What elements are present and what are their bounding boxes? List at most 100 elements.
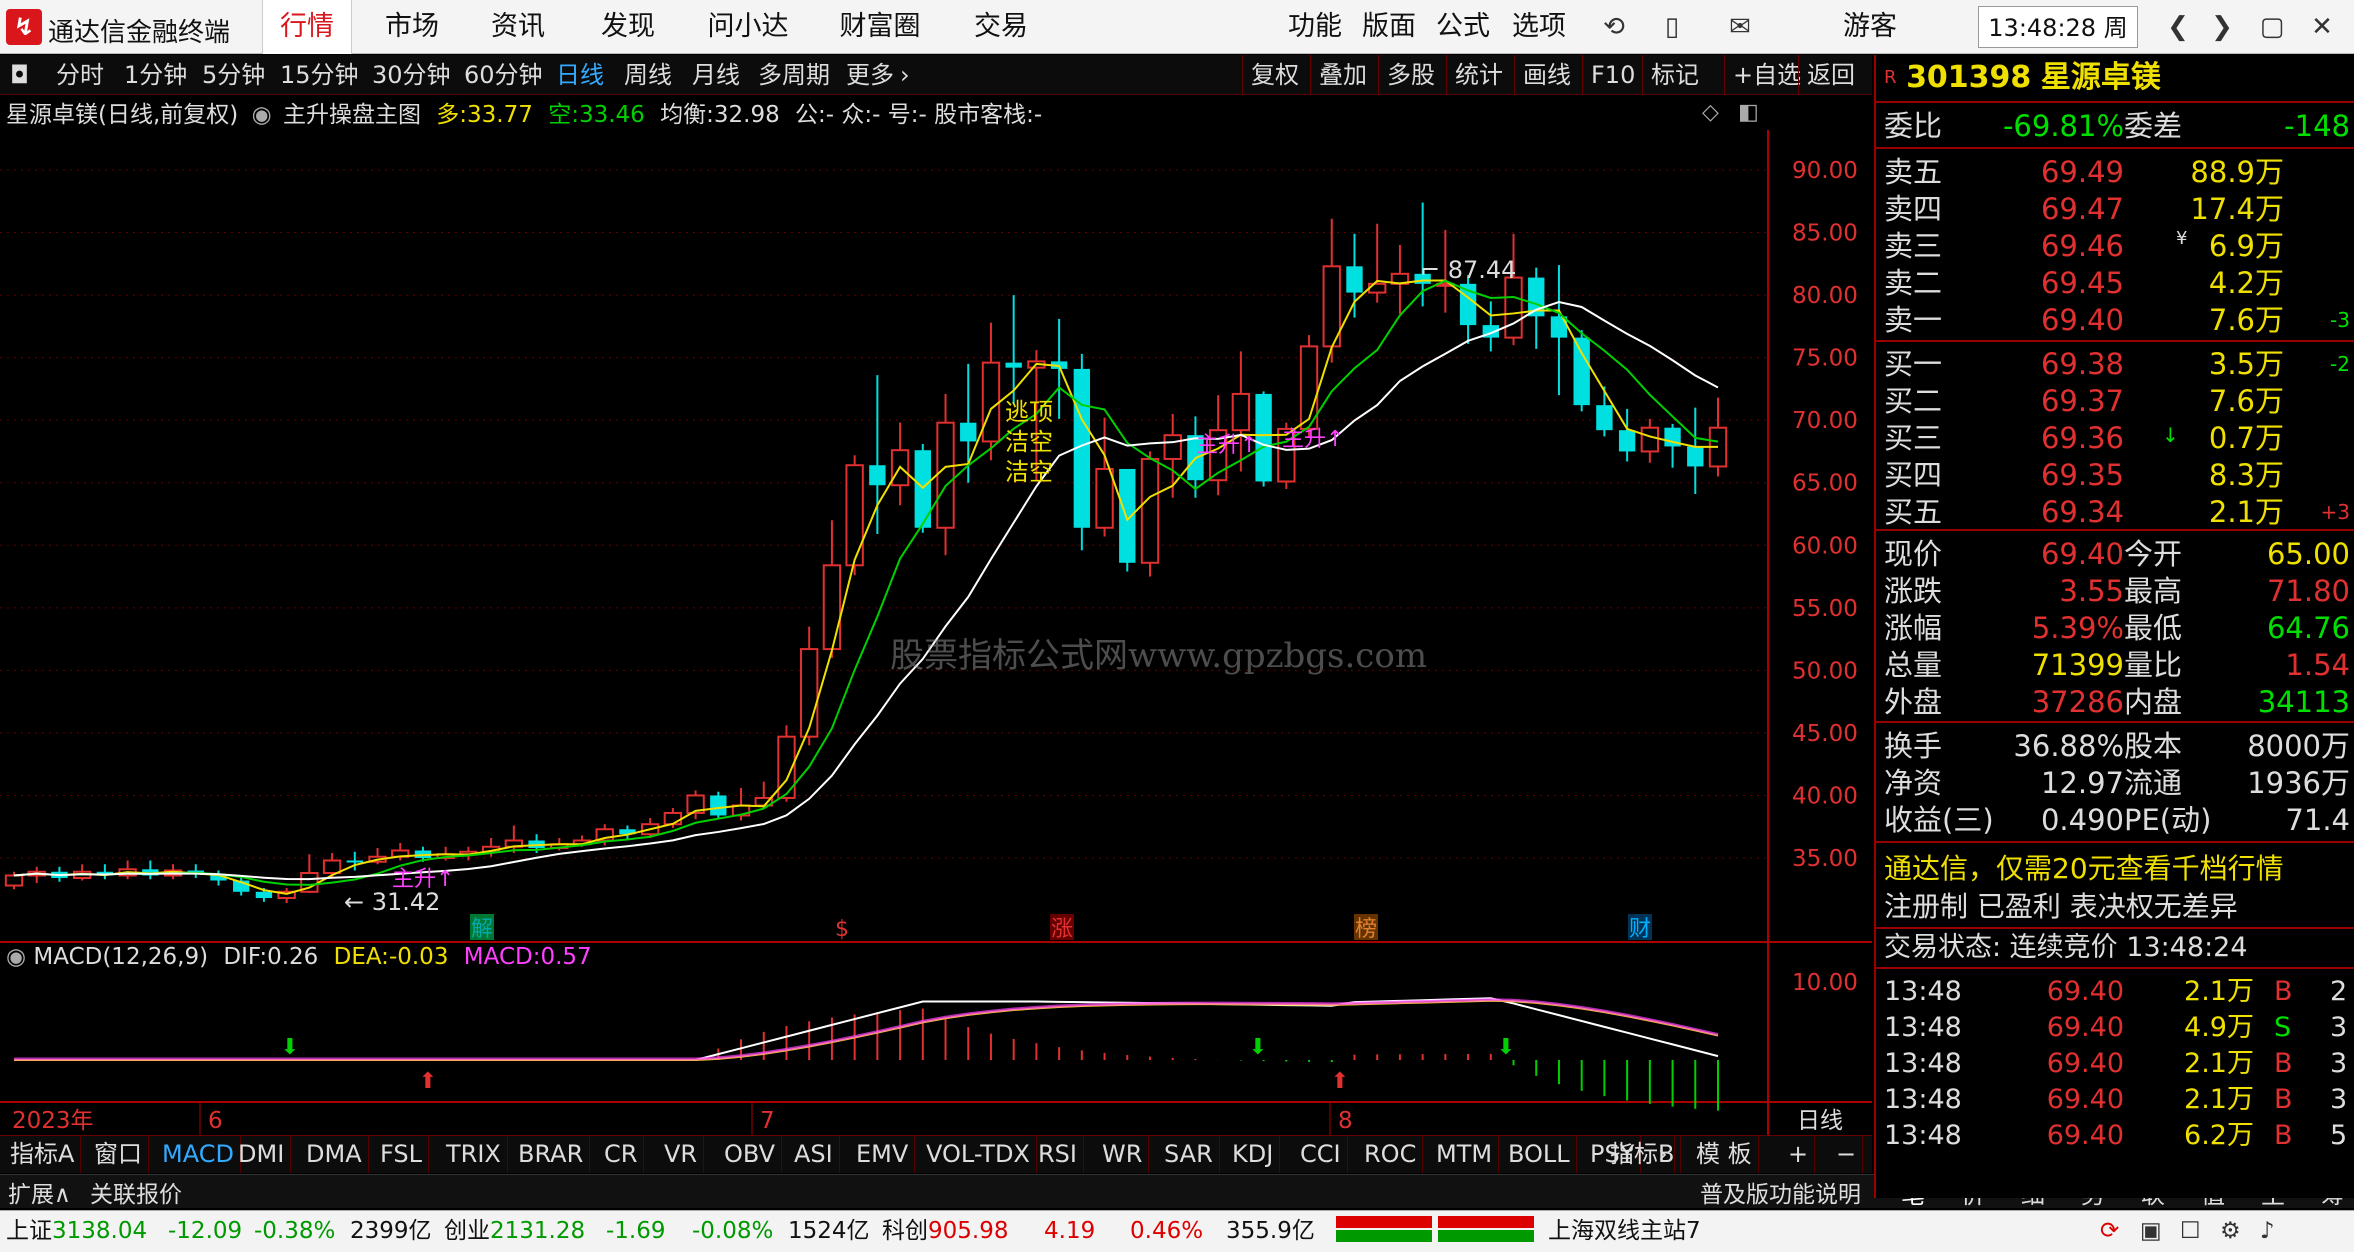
indicator-tab-cr[interactable]: CR	[598, 1135, 645, 1173]
period-month[interactable]: 月线	[692, 55, 740, 95]
indicator-tab-wr[interactable]: WR	[1096, 1135, 1150, 1173]
index-label[interactable]: 科创	[882, 1210, 928, 1252]
indicator-tab-vr[interactable]: VR	[658, 1135, 705, 1173]
fund-label2: 流通	[2124, 766, 2183, 800]
menu-gongshi[interactable]: 公式	[1428, 0, 1498, 54]
period-more[interactable]: 更多	[846, 55, 894, 95]
event-marker: 涨	[1051, 917, 1073, 942]
menu-jiaoyi[interactable]: 交易	[966, 0, 1036, 54]
tool-tongji[interactable]: 统计	[1446, 55, 1511, 95]
period-5min[interactable]: 5分钟	[202, 55, 265, 95]
menu-banmian[interactable]: 版面	[1354, 0, 1424, 54]
indicator-tab-[interactable]: 窗口	[88, 1135, 149, 1173]
indicator-tab-kdj[interactable]: KDJ	[1226, 1135, 1281, 1173]
quote-label: 涨跌	[1884, 574, 1943, 608]
period-30min[interactable]: 30分钟	[372, 55, 451, 95]
menu-caifuquan[interactable]: 财富圈	[832, 0, 928, 54]
refresh-icon[interactable]: ⟲	[1592, 6, 1636, 48]
chart-indicator-name[interactable]: 主升操盘主图	[283, 102, 421, 128]
tool-diejia[interactable]: 叠加	[1310, 55, 1375, 95]
indicator-tab-cci[interactable]: CCI	[1294, 1135, 1348, 1173]
remove-window-button[interactable]: −	[1830, 1135, 1864, 1173]
index-amount: 355.9亿	[1226, 1218, 1315, 1244]
indicator-tab-roc[interactable]: ROC	[1358, 1135, 1424, 1173]
indicator-tab-mtm[interactable]: MTM	[1430, 1135, 1500, 1173]
indicator-tab-trix[interactable]: TRIX	[440, 1135, 508, 1173]
period-1min[interactable]: 1分钟	[124, 55, 187, 95]
diamond-icon[interactable]: ◇	[1702, 100, 1719, 125]
period-day[interactable]: 日线	[556, 55, 604, 95]
restore-icon[interactable]: ▢	[2250, 6, 2294, 48]
tool-biaoji[interactable]: 标记	[1642, 55, 1707, 95]
promo-line2[interactable]: 注册制 已盈利 表决权无差异	[1884, 888, 2238, 926]
period-15min[interactable]: 15分钟	[280, 55, 359, 95]
menu-shichang[interactable]: 市场	[372, 0, 452, 54]
tool-f10[interactable]: F10	[1582, 55, 1643, 95]
index-label[interactable]: 上证	[6, 1210, 52, 1252]
template-tab[interactable]: 模 板	[1690, 1135, 1759, 1173]
chat-icon[interactable]: ☐	[2180, 1210, 2201, 1252]
indicator-tab-sar[interactable]: SAR	[1158, 1135, 1220, 1173]
tool-fuquan[interactable]: 复权	[1242, 55, 1307, 95]
period-multi[interactable]: 多周期	[758, 55, 830, 95]
index-label[interactable]: 创业	[444, 1210, 490, 1252]
toggle-panel-icon[interactable]: ◘	[10, 55, 29, 95]
menu-faxian[interactable]: 发现	[588, 0, 668, 54]
mail-icon[interactable]: ✉	[1718, 6, 1762, 48]
chevron-right-icon[interactable]: ›	[900, 55, 910, 95]
menu-xuanxiang[interactable]: 选项	[1504, 0, 1574, 54]
indicator-tab-emv[interactable]: EMV	[850, 1135, 916, 1173]
related-quote-button[interactable]: 关联报价	[90, 1175, 182, 1209]
indicator-tab-fsl[interactable]: FSL	[374, 1135, 429, 1173]
tool-huaxian[interactable]: 画线	[1514, 55, 1579, 95]
tool-zixuan[interactable]: +自选	[1724, 55, 1809, 95]
event-marker: 解	[471, 917, 493, 942]
period-60min[interactable]: 60分钟	[464, 55, 543, 95]
expand-icon[interactable]: ◧	[1738, 100, 1759, 125]
macd-dropdown-icon[interactable]: ◉	[6, 944, 26, 970]
fund-label: 净资	[1884, 766, 1943, 800]
candle-body	[663, 811, 683, 826]
date-month-6: 6	[208, 1108, 223, 1134]
speaker-icon[interactable]: ♪	[2260, 1210, 2275, 1252]
indicator-tab-voltdx[interactable]: VOL-TDX	[920, 1135, 1037, 1173]
user-label[interactable]: 游客	[1820, 0, 1920, 54]
forward-icon[interactable]: ❯	[2200, 6, 2244, 48]
indicator-tab-boll[interactable]: BOLL	[1502, 1135, 1577, 1173]
lock-icon[interactable]: ▣	[2140, 1210, 2162, 1252]
macd-title[interactable]: MACD(12,26,9)	[33, 944, 208, 970]
indicator-tab-a[interactable]: 指标A	[4, 1135, 82, 1173]
tool-fanhui[interactable]: 返回	[1798, 55, 1863, 95]
promo-line1[interactable]: 通达信，仅需20元查看千档行情	[1884, 850, 2284, 888]
indicator-tab-dma[interactable]: DMA	[300, 1135, 369, 1173]
indicator-b-tab[interactable]: 指标B	[1604, 1135, 1682, 1173]
tick-direction: B	[2274, 1084, 2293, 1115]
indicator-tab-macd[interactable]: MACD	[156, 1135, 241, 1173]
indicator-tab-dmi[interactable]: DMI	[232, 1135, 292, 1173]
dropdown-icon[interactable]: ◉	[252, 102, 272, 128]
index-amount: 2399亿	[350, 1218, 432, 1244]
sync-icon[interactable]: ⟳	[2100, 1210, 2119, 1252]
indicator-tab-brar[interactable]: BRAR	[512, 1135, 591, 1173]
bids-change: +3	[2320, 500, 2350, 524]
index-percent: 0.46%	[1130, 1218, 1204, 1244]
back-icon[interactable]: ❮	[2156, 6, 2200, 48]
menu-gongneng[interactable]: 功能	[1280, 0, 1350, 54]
expand-button[interactable]: 扩展∧	[8, 1175, 71, 1209]
indicator-tab-obv[interactable]: OBV	[718, 1135, 783, 1173]
tool-duogu[interactable]: 多股	[1378, 55, 1443, 95]
indicator-tab-rsi[interactable]: RSI	[1032, 1135, 1084, 1173]
phone-icon[interactable]: ▯	[1650, 6, 1694, 48]
menu-zixun[interactable]: 资讯	[478, 0, 558, 54]
settings-icon[interactable]: ⚙	[2220, 1210, 2241, 1252]
menu-hangqing[interactable]: 行情	[262, 0, 352, 54]
indicator-tab-asi[interactable]: ASI	[788, 1135, 840, 1173]
period-fenshi[interactable]: 分时	[56, 55, 104, 95]
tick-row: 13:48 69.40 2.1万 B 2	[1884, 973, 2350, 1011]
period-week[interactable]: 周线	[624, 55, 672, 95]
index-percent: -0.38%	[254, 1218, 336, 1244]
close-icon[interactable]: ✕	[2300, 6, 2344, 48]
menu-wenxiaoda[interactable]: 问小达	[700, 0, 796, 54]
add-window-button[interactable]: +	[1782, 1135, 1816, 1173]
help-link[interactable]: 普及版功能说明	[1700, 1175, 1861, 1209]
